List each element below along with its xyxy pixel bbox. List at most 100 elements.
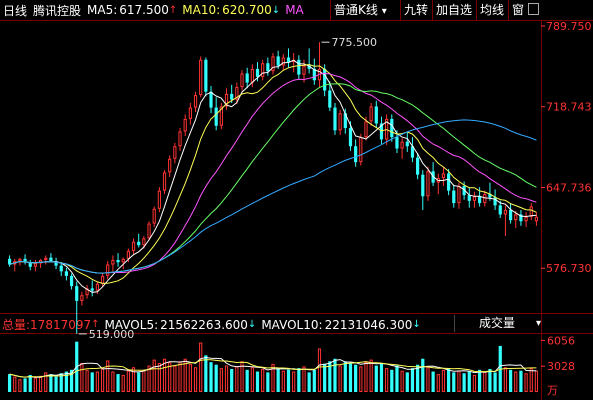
price-annotation: 519.000 [89, 328, 134, 341]
candle-body-up [126, 250, 130, 259]
volume-bar-up [281, 370, 285, 393]
volume-bar-down [452, 372, 456, 392]
volume-bar-down [519, 370, 523, 392]
volume-bar-up [121, 374, 125, 392]
candle-body-up [503, 209, 508, 215]
candle-body-up [193, 95, 198, 108]
candle-body-up [44, 257, 48, 260]
volume-bar-up [436, 374, 440, 392]
volume-bar-up [85, 369, 89, 392]
volume-bar-down [230, 368, 234, 392]
candle-body-up [483, 194, 487, 204]
volume-unit-label: 万 [547, 384, 558, 397]
volume-bar-up [400, 370, 404, 393]
candle-body-up [338, 113, 342, 131]
candle-body-down [333, 107, 337, 131]
candle-body-up [147, 223, 151, 239]
volume-bar-up [426, 367, 430, 393]
candle-body-up [33, 263, 38, 267]
volume-series [7, 341, 539, 393]
volume-bar-down [379, 363, 384, 392]
volume-bar-up [524, 373, 528, 392]
candle-body-down [323, 68, 327, 91]
candle-body-down [508, 209, 513, 221]
volume-bar-up [364, 362, 368, 393]
candle-body-up [199, 59, 203, 96]
volume-bar-up [514, 371, 518, 393]
candle-body-down [297, 59, 301, 75]
volume-bar-up [503, 367, 508, 393]
candle-body-up [359, 137, 363, 163]
volume-bar-down [49, 374, 53, 392]
candle-body-down [90, 288, 94, 291]
volume-bar-up [173, 365, 177, 393]
volume-bar-up [126, 370, 130, 393]
candle-body-up [183, 118, 187, 132]
candle-body-down [478, 196, 482, 204]
candle-body-down [286, 57, 291, 63]
candle-body-down [416, 157, 420, 175]
volume-bar-up [529, 368, 533, 392]
candle-body-down [255, 68, 260, 77]
candle-body-down [328, 90, 332, 108]
volume-bar-up [261, 368, 265, 392]
candle-body-down [245, 73, 249, 83]
ma-line-30 [9, 83, 537, 274]
volume-bar-down [405, 372, 409, 392]
ma-line-20 [9, 72, 537, 274]
ma-line-5 [9, 59, 537, 293]
volume-bar-down [307, 372, 311, 392]
volume-bar-up [95, 371, 99, 393]
kline-chart[interactable]: 789.750 718.743 647.736 576.730 775.500 519.… [0, 0, 593, 400]
volume-bar-down [467, 371, 471, 392]
price-annotation: 775.500 [331, 36, 377, 49]
candle-body-down [116, 259, 120, 263]
candle-body-up [162, 172, 167, 191]
volume-tick-label: 3028 [547, 360, 575, 373]
volume-bar-down [7, 374, 12, 392]
volume-bar-down [323, 363, 327, 392]
candle-body-up [95, 283, 99, 291]
price-tick-label: 647.736 [546, 181, 592, 194]
volume-bar-down [214, 364, 218, 392]
volume-bar-down [209, 362, 213, 392]
volume-bar-down [245, 369, 249, 392]
volume-bar-down [204, 355, 208, 392]
volume-bar-down [395, 365, 399, 392]
candle-body-up [426, 171, 430, 197]
volume-bar-up [38, 375, 43, 393]
candle-body-down [348, 128, 353, 147]
candle-body-down [214, 107, 218, 126]
volume-bar-up [338, 365, 342, 393]
volume-bar-down [64, 371, 68, 392]
candle-body-down [64, 271, 68, 276]
volume-bar-down [312, 369, 316, 392]
volume-bar-up [178, 361, 182, 393]
candlestick-series [7, 42, 539, 334]
candle-body-down [266, 63, 270, 72]
candle-body-up [524, 216, 528, 222]
volume-bar-down [374, 365, 378, 392]
volume-bar-up [193, 367, 198, 393]
candle-body-down [354, 146, 358, 163]
candle-body-up [369, 106, 373, 122]
candle-body-up [80, 295, 84, 301]
volume-bar-down [286, 369, 291, 392]
candle-body-up [529, 206, 533, 217]
ma-line-10 [9, 63, 537, 284]
volume-bar-up [359, 366, 363, 393]
volume-bar-up [100, 368, 105, 392]
volume-bar-down [410, 368, 415, 392]
volume-bar-up [111, 371, 115, 393]
candle-body-up [302, 65, 306, 75]
candle-body-up [240, 73, 244, 88]
candle-body-down [276, 56, 280, 66]
candle-body-down [69, 275, 74, 287]
candle-body-down [498, 205, 502, 215]
candle-body-up [100, 275, 105, 284]
volume-bar-up [142, 369, 146, 392]
volume-bar-up [152, 359, 156, 392]
volume-bar-down [478, 369, 482, 392]
volume-bar-up [106, 360, 110, 392]
volume-bar-up [369, 359, 373, 392]
